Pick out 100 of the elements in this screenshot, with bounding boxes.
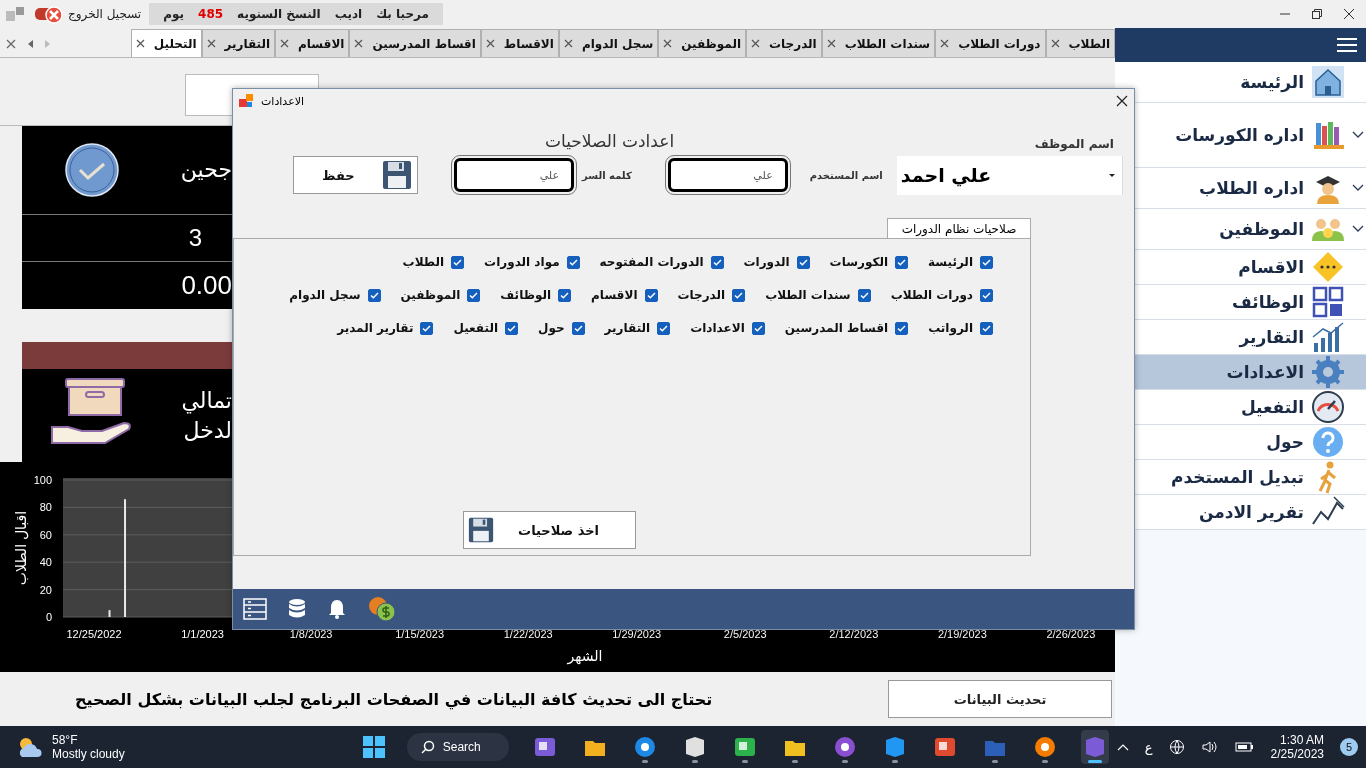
menu-icon[interactable]	[1336, 37, 1358, 53]
y-tick-label: 0	[45, 611, 52, 623]
income-label: لدخل	[183, 416, 232, 445]
chevron-up-icon[interactable]	[1116, 743, 1129, 751]
checkbox-label: الاقسام	[591, 288, 638, 302]
app-icon	[1032, 735, 1057, 759]
field-label: كلمه السر	[582, 169, 632, 181]
checkbox[interactable]	[857, 288, 871, 302]
checkbox[interactable]	[505, 321, 518, 335]
weather-widget[interactable]: 58°F Mostly cloudy	[16, 733, 125, 761]
checkbox[interactable]	[571, 321, 585, 335]
globe-icon[interactable]	[1168, 739, 1185, 755]
checkbox[interactable]	[657, 321, 671, 335]
checkbox-label: اقساط المدرسين	[784, 321, 889, 335]
checkbox-label: سندات الطلاب	[765, 288, 851, 302]
chevron-down-icon[interactable]	[1352, 184, 1364, 192]
checkbox-label: دورات الطلاب	[890, 288, 973, 302]
checkbox[interactable]	[644, 288, 658, 302]
x-tick-label: 1/15/2023	[395, 628, 445, 640]
tab[interactable]: الطلاب	[1045, 29, 1115, 57]
battery-icon[interactable]	[1234, 740, 1255, 754]
restore-icon[interactable]	[1310, 7, 1324, 21]
close-icon[interactable]	[1116, 95, 1128, 107]
app-icon	[632, 735, 657, 759]
checkbox-label: الرواتب	[928, 321, 973, 335]
taskbar-app[interactable]	[1080, 730, 1109, 764]
tab[interactable]: الدرجات	[746, 29, 822, 57]
checkbox-label: حول	[538, 321, 565, 335]
refresh-button[interactable]: تحديث البيانات	[888, 680, 1112, 718]
tab[interactable]: سجل الدوام	[558, 29, 659, 57]
clock[interactable]: 1:30 AM 2/25/2023	[1270, 733, 1324, 761]
search-icon	[420, 740, 435, 754]
app-icon	[239, 94, 255, 108]
y-tick-label: 20	[39, 583, 52, 596]
y-tick-label: 100	[33, 474, 52, 486]
y-axis-title: اقبال الطلاب	[13, 510, 29, 586]
checkbox-label: التقارير	[604, 321, 651, 335]
speaker-icon[interactable]	[1200, 739, 1219, 755]
sidebar-item[interactable]: الرئيسة	[1115, 62, 1366, 103]
checkbox[interactable]	[558, 288, 572, 302]
checkbox[interactable]	[895, 255, 908, 269]
days-unit: يوم	[163, 7, 185, 21]
chevron-down-icon[interactable]	[1352, 131, 1364, 139]
windows-start-icon[interactable]	[362, 736, 385, 758]
coins-icon[interactable]	[367, 595, 397, 623]
logout-button[interactable]: تسجيل الخروج	[34, 3, 142, 25]
close-icon[interactable]	[135, 39, 145, 48]
dialog-title: الاعدادات	[261, 94, 305, 108]
tab[interactable]: الاقساط	[480, 29, 559, 57]
employee-dropdown[interactable]: علي احمد	[896, 155, 1123, 195]
database-icon[interactable]	[287, 598, 307, 620]
checkbox[interactable]	[367, 288, 381, 302]
card-title: جحين	[180, 157, 232, 183]
grant-permissions-button[interactable]: اخذ صلاحيات	[463, 511, 636, 549]
tab[interactable]: سندات الطلاب	[821, 29, 936, 57]
checkbox[interactable]	[895, 321, 909, 335]
checkbox-label: الرئيسة	[928, 255, 973, 269]
username-field[interactable]: علي	[667, 158, 788, 192]
checkbox[interactable]	[732, 288, 746, 302]
checkbox[interactable]	[980, 321, 993, 335]
save-button[interactable]: حفظ	[293, 156, 418, 194]
y-tick-label: 60	[39, 528, 52, 541]
app-icon	[532, 735, 557, 759]
dialog-heading: اعدادت الصلاحيات	[545, 131, 675, 151]
checkbox-label: الدورات المفتوحه	[599, 255, 704, 269]
list-icon[interactable]	[243, 598, 267, 620]
checkbox[interactable]	[420, 321, 434, 335]
tab[interactable]: صلاحيات نظام الدورات	[887, 218, 1031, 238]
bell-icon[interactable]	[327, 598, 347, 620]
checkbox[interactable]	[566, 255, 580, 269]
card-count: 3	[188, 223, 203, 252]
temperature: 58°F	[52, 733, 79, 747]
checkbox[interactable]	[796, 255, 810, 269]
card-amount: 0.00	[181, 270, 232, 302]
checkbox[interactable]	[980, 255, 993, 269]
chevron-down-icon[interactable]	[1352, 225, 1364, 233]
checkbox-label: سجل الدوام	[289, 288, 361, 302]
x-tick-label: 1/8/2023	[289, 628, 333, 640]
scroll-left-icon[interactable]	[26, 39, 34, 49]
tab[interactable]: الموظفين	[658, 29, 746, 57]
input-language[interactable]: ع	[1144, 739, 1153, 755]
checkbox[interactable]	[467, 288, 481, 302]
checkbox[interactable]	[710, 255, 724, 269]
notification-badge[interactable]: 5	[1340, 738, 1358, 756]
checkbox[interactable]	[451, 255, 465, 269]
weather-text: Mostly cloudy	[52, 747, 125, 761]
search-field[interactable]: Search	[406, 733, 509, 761]
help-icon	[1310, 424, 1346, 460]
checkbox-label: الاعدادات	[690, 321, 745, 335]
password-field[interactable]: علي	[454, 158, 574, 192]
tab[interactable]: الاقسام	[275, 29, 350, 57]
tab[interactable]: التحليل	[130, 29, 202, 57]
checkbox[interactable]	[751, 321, 765, 335]
x-tick-label: 2/19/2023	[937, 628, 987, 640]
tab[interactable]: دورات الطلاب	[935, 29, 1046, 57]
tab[interactable]: اقساط المدرسين	[349, 29, 481, 57]
grid-icon	[1310, 284, 1346, 320]
checkbox[interactable]	[980, 288, 993, 302]
close-icon[interactable]	[1342, 7, 1356, 21]
tab[interactable]: التقارير	[201, 29, 276, 57]
